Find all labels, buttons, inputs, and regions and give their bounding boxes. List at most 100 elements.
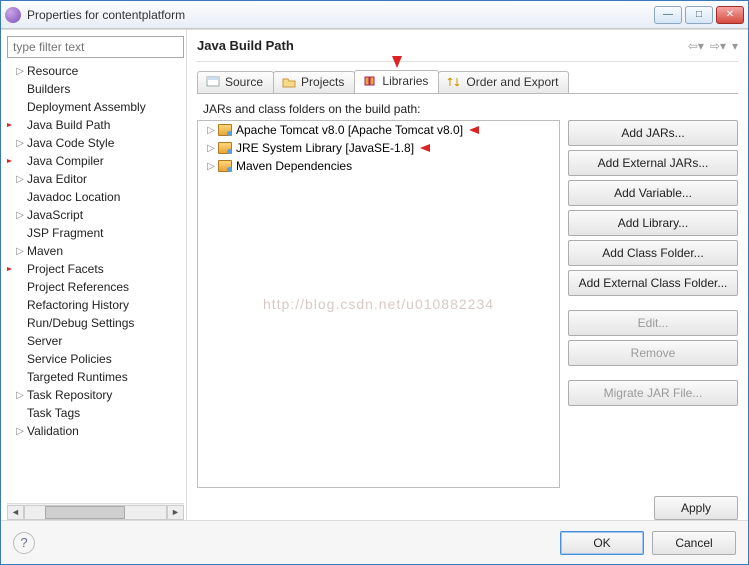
add-class-folder-button[interactable]: Add Class Folder... [568,240,738,266]
tab-content: JARs and class folders on the build path… [197,94,738,520]
menu-icon[interactable]: ▾ [732,39,738,53]
add-external-class-folder-button[interactable]: Add External Class Folder... [568,270,738,296]
library-entry-label: Apache Tomcat v8.0 [Apache Tomcat v8.0] [236,123,463,137]
sidebar-item-label: Targeted Runtimes [27,370,128,384]
twisty-icon[interactable]: ▷ [15,66,25,77]
sidebar-item-targeted-runtimes[interactable]: Targeted Runtimes [7,368,184,386]
sidebar-item-javascript[interactable]: ▷JavaScript [7,206,184,224]
tab-order-export[interactable]: Order and Export [438,71,569,93]
sidebar-item-label: Server [27,334,62,348]
sidebar-item-run-debug-settings[interactable]: Run/Debug Settings [7,314,184,332]
tab-source-label: Source [225,75,263,89]
sidebar-item-label: Project References [27,280,129,294]
source-icon [206,76,220,88]
minimize-button[interactable]: — [654,6,682,24]
sidebar-item-refactoring-history[interactable]: Refactoring History [7,296,184,314]
sidebar-item-label: JSP Fragment [27,226,103,240]
twisty-icon[interactable]: ▷ [15,174,25,185]
sidebar-item-label: Task Tags [27,406,80,420]
sidebar-item-java-code-style[interactable]: ▷Java Code Style [7,134,184,152]
page-title: Java Build Path [197,38,688,53]
sidebar-item-task-repository[interactable]: ▷Task Repository [7,386,184,404]
sidebar-item-task-tags[interactable]: Task Tags [7,404,184,422]
add-variable-button[interactable]: Add Variable... [568,180,738,206]
library-entry[interactable]: ▷JRE System Library [JavaSE-1.8] [198,139,559,157]
sidebar-item-builders[interactable]: Builders [7,80,184,98]
sidebar-item-javadoc-location[interactable]: Javadoc Location [7,188,184,206]
app-icon [5,7,21,23]
apply-button[interactable]: Apply [654,496,738,520]
sidebar-item-project-references[interactable]: Project References [7,278,184,296]
libraries-prompt: JARs and class folders on the build path… [203,102,738,116]
scroll-right-icon[interactable]: ► [167,505,184,520]
maximize-button[interactable]: □ [685,6,713,24]
twisty-icon[interactable]: ▷ [15,210,25,221]
forward-icon[interactable]: ⇨▾ [710,39,726,53]
order-icon [447,76,461,88]
footer: ? OK Cancel [1,520,748,564]
sidebar-item-jsp-fragment[interactable]: JSP Fragment [7,224,184,242]
sidebar-hscrollbar[interactable]: ◄ ► [7,503,184,520]
sidebar-item-label: Java Code Style [27,136,114,150]
cancel-button[interactable]: Cancel [652,531,736,555]
filter-input[interactable] [7,36,184,58]
sidebar-item-label: Resource [27,64,78,78]
sidebar-item-service-policies[interactable]: Service Policies [7,350,184,368]
twisty-icon[interactable]: ▷ [206,161,216,172]
ok-button[interactable]: OK [560,531,644,555]
scroll-left-icon[interactable]: ◄ [7,505,24,520]
libraries-list[interactable]: http://blog.csdn.net/u010882234 ▷ Apache … [197,120,560,488]
sidebar-item-maven[interactable]: ▷Maven [7,242,184,260]
sidebar-item-deployment-assembly[interactable]: Deployment Assembly [7,98,184,116]
tab-libraries-label: Libraries [382,74,428,88]
twisty-icon[interactable]: ▷ [206,125,216,136]
tab-order-label: Order and Export [466,75,558,89]
jar-icon [218,124,232,136]
tab-libraries[interactable]: Libraries [354,70,439,93]
category-tree[interactable]: ▷ResourceBuildersDeployment AssemblyJava… [7,62,184,503]
sidebar-item-java-editor[interactable]: ▷Java Editor [7,170,184,188]
sidebar-item-label: Maven [27,244,63,258]
add-library-button[interactable]: Add Library... [568,210,738,236]
tab-projects[interactable]: Projects [273,71,355,93]
add-external-jars-button[interactable]: Add External JARs... [568,150,738,176]
titlebar[interactable]: Properties for contentplatform — □ ✕ [1,1,748,29]
sidebar-item-resource[interactable]: ▷Resource [7,62,184,80]
sidebar-item-server[interactable]: Server [7,332,184,350]
sidebar-item-label: Service Policies [27,352,112,366]
sidebar-item-java-compiler[interactable]: Java Compiler [7,152,184,170]
jar-icon [218,160,232,172]
sidebar-item-label: Run/Debug Settings [27,316,134,330]
library-buttons: Add JARs... Add External JARs... Add Var… [568,120,738,488]
watermark-text: http://blog.csdn.net/u010882234 [263,296,494,312]
properties-dialog: Properties for contentplatform — □ ✕ ▷Re… [0,0,749,565]
window-title: Properties for contentplatform [27,8,654,22]
help-icon[interactable]: ? [13,532,35,554]
twisty-icon[interactable]: ▷ [15,426,25,437]
sidebar-item-validation[interactable]: ▷Validation [7,422,184,440]
scroll-thumb[interactable] [45,506,125,519]
window-buttons: — □ ✕ [654,6,744,24]
scroll-track[interactable] [24,505,167,520]
sidebar-item-java-build-path[interactable]: Java Build Path [7,116,184,134]
twisty-icon[interactable]: ▷ [15,138,25,149]
add-jars-button[interactable]: Add JARs... [568,120,738,146]
library-entry[interactable]: ▷ Apache Tomcat v8.0 [Apache Tomcat v8.0] [198,121,559,139]
library-entry[interactable]: ▷Maven Dependencies [198,157,559,175]
tab-bar: Source Projects Libraries Order and Expo… [197,68,738,94]
tab-source[interactable]: Source [197,71,274,93]
jar-icon [218,142,232,154]
close-button[interactable]: ✕ [716,6,744,24]
twisty-icon[interactable]: ▷ [15,246,25,257]
twisty-icon[interactable]: ▷ [206,143,216,154]
sidebar-item-project-facets[interactable]: Project Facets [7,260,184,278]
sidebar: ▷ResourceBuildersDeployment AssemblyJava… [1,30,187,520]
edit-button: Edit... [568,310,738,336]
divider [197,61,738,62]
sidebar-item-label: Deployment Assembly [27,100,146,114]
annotation-arrow-icon [420,144,430,152]
twisty-icon[interactable]: ▷ [15,390,25,401]
back-icon[interactable]: ⇦▾ [688,39,704,53]
remove-button: Remove [568,340,738,366]
sidebar-item-label: Refactoring History [27,298,129,312]
